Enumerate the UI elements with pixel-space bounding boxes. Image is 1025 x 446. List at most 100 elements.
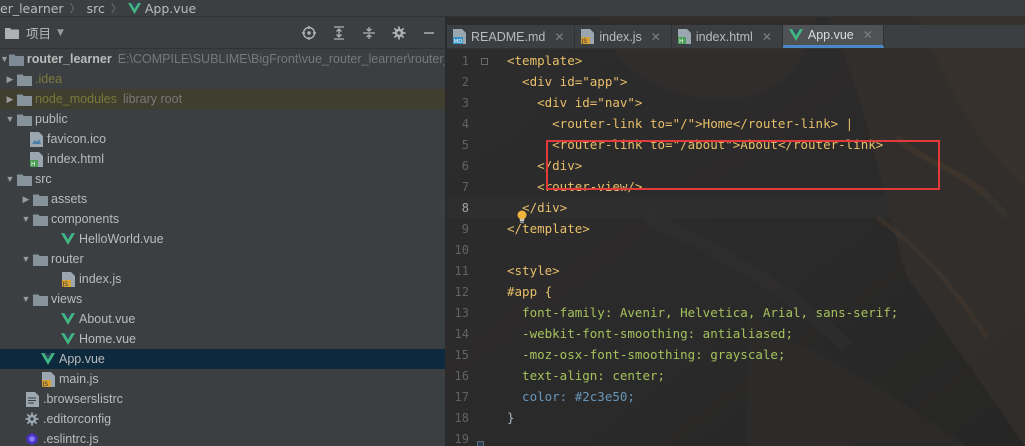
tree-item-components[interactable]: ▼ components — [0, 209, 445, 229]
svg-text:JS: JS — [581, 38, 587, 44]
breadcrumb-item-project[interactable]: er_learner — [0, 1, 64, 16]
chevron-down-icon[interactable]: ▼ — [4, 114, 16, 124]
close-icon[interactable]: ✕ — [762, 30, 772, 44]
tree-item-src[interactable]: ▼ src — [0, 169, 445, 189]
close-icon[interactable]: ✕ — [554, 30, 564, 44]
folder-icon — [32, 291, 48, 307]
folder-icon — [16, 171, 32, 187]
tab-index-html[interactable]: H index.html ✕ — [672, 25, 783, 48]
tab-index-js[interactable]: JS index.js ✕ — [575, 25, 672, 48]
minimize-icon[interactable] — [421, 25, 437, 41]
project-panel: 项目 ▼ ▼ router_learner E:\COMPILE\SUBLIME… — [0, 17, 446, 446]
chevron-down-icon[interactable]: ▼ — [0, 54, 9, 64]
vue-file-icon — [60, 331, 76, 347]
close-icon[interactable]: ✕ — [651, 30, 661, 44]
tree-item-home-vue[interactable]: Home.vue — [0, 329, 445, 349]
markdown-file-icon: MD — [453, 29, 466, 44]
tree-item-router-learner[interactable]: ▼ router_learner E:\COMPILE\SUBLIME\BigF… — [0, 49, 445, 69]
project-panel-title[interactable]: 项目 — [26, 23, 51, 42]
tree-item-about-vue[interactable]: About.vue — [0, 309, 445, 329]
collapse-all-icon[interactable] — [331, 25, 347, 41]
code-line: 1 <template> — [461, 53, 583, 68]
chevron-right-icon[interactable]: ▶ — [20, 194, 32, 205]
vue-file-icon — [60, 311, 76, 327]
tree-item-router-index-js[interactable]: JS index.js — [0, 269, 445, 289]
code-text: <style> — [507, 263, 560, 278]
svg-text:H: H — [31, 161, 36, 167]
breadcrumb-separator: 〉 — [110, 2, 122, 15]
editor-pane: MD README.md ✕ JS index.js ✕ H index.htm… — [447, 17, 1025, 446]
js-file-icon: JS — [581, 29, 595, 44]
code-text: #app { — [507, 284, 553, 299]
code-text: font-family: Avenir, Helvetica, Arial, s… — [507, 305, 899, 320]
gear-icon[interactable] — [391, 25, 407, 41]
code-editor[interactable]: 1 <template> 2 <div id="app"> 3 <div id="… — [447, 49, 1025, 446]
lightbulb-icon[interactable] — [516, 210, 528, 227]
close-icon[interactable]: ✕ — [863, 28, 873, 42]
breadcrumb: er_learner 〉 src 〉 App.vue — [0, 0, 1025, 17]
target-icon[interactable] — [301, 25, 317, 41]
vue-file-icon — [127, 2, 141, 14]
code-text: <div id="app"> — [507, 74, 628, 89]
code-line: 10 — [454, 242, 469, 257]
tree-item-views[interactable]: ▼ views — [0, 289, 445, 309]
vue-file-icon — [40, 351, 56, 367]
breadcrumb-item-src[interactable]: src — [87, 1, 105, 16]
tree-item-idea[interactable]: ▶ .idea — [0, 69, 445, 89]
folder-icon — [16, 91, 32, 107]
tree-item-favicon[interactable]: favicon.ico — [0, 129, 445, 149]
chevron-right-icon[interactable]: ▶ — [4, 94, 16, 105]
chevron-right-icon[interactable]: ▶ — [4, 74, 16, 85]
image-file-icon — [28, 131, 44, 147]
text-file-icon — [24, 391, 40, 407]
folder-icon — [8, 51, 24, 67]
code-line: 18} — [454, 410, 515, 425]
breadcrumb-separator: 〉 — [69, 2, 81, 15]
tree-item-router[interactable]: ▼ router — [0, 249, 445, 269]
html-file-icon: H — [28, 151, 44, 167]
tree-item-assets[interactable]: ▶ assets — [0, 189, 445, 209]
eslint-file-icon — [24, 431, 40, 446]
folder-icon — [32, 191, 48, 207]
code-text: -moz-osx-font-smoothing: grayscale; — [507, 347, 786, 362]
expand-icon[interactable] — [361, 25, 377, 41]
vue-file-icon — [60, 231, 76, 247]
tree-item-node-modules[interactable]: ▶ node_modules library root — [0, 89, 445, 109]
code-text: <router-link to="/">Home</router-link> | — [507, 116, 854, 131]
tree-item-main-js[interactable]: JS main.js — [0, 369, 445, 389]
code-text: color: #2c3e50; — [507, 389, 635, 404]
code-line: 16 text-align: center; — [454, 368, 666, 383]
tree-item-app-vue[interactable]: App.vue — [0, 349, 445, 369]
code-line: 17 color: #2c3e50; — [454, 389, 635, 404]
code-text: <div id="nav"> — [507, 95, 643, 110]
folder-icon — [32, 251, 48, 267]
folder-icon — [32, 211, 48, 227]
code-line: 13 font-family: Avenir, Helvetica, Arial… — [454, 305, 899, 320]
chevron-down-icon[interactable]: ▼ — [20, 214, 32, 224]
svg-text:JS: JS — [62, 281, 68, 287]
tree-item-helloworld-vue[interactable]: HelloWorld.vue — [0, 229, 445, 249]
chevron-down-icon[interactable]: ▼ — [57, 28, 64, 38]
chevron-down-icon[interactable]: ▼ — [20, 294, 32, 304]
chevron-down-icon[interactable]: ▼ — [4, 174, 16, 184]
svg-text:MD: MD — [454, 39, 463, 44]
tree-item-public[interactable]: ▼ public — [0, 109, 445, 129]
code-text: text-align: center; — [507, 368, 666, 383]
tree-item-eslintrc[interactable]: .eslintrc.js — [0, 429, 445, 446]
code-line: 3 <div id="nav"> — [461, 95, 643, 110]
code-line: 14 -webkit-font-smoothing: antialiased; — [454, 326, 793, 341]
tree-item-browserslistrc[interactable]: .browserslistrc — [0, 389, 445, 409]
code-line: 12 #app { — [454, 284, 553, 299]
svg-text:JS: JS — [42, 381, 48, 387]
tab-app-vue[interactable]: App.vue ✕ — [782, 25, 884, 48]
tree-item-editorconfig[interactable]: .editorconfig — [0, 409, 445, 429]
chevron-down-icon[interactable]: ▼ — [20, 254, 32, 264]
editor-tab-bar: MD README.md ✕ JS index.js ✕ H index.htm… — [447, 25, 1025, 49]
code-line: 9 </template> — [461, 221, 590, 236]
code-line-current: 8 </div> — [447, 197, 1025, 218]
code-line: 15 -moz-osx-font-smoothing: grayscale; — [454, 347, 786, 362]
tab-readme[interactable]: MD README.md ✕ — [447, 25, 576, 48]
breadcrumb-item-file[interactable]: App.vue — [127, 1, 196, 16]
tree-item-index-html[interactable]: H index.html — [0, 149, 445, 169]
code-line: 19 — [454, 431, 469, 446]
